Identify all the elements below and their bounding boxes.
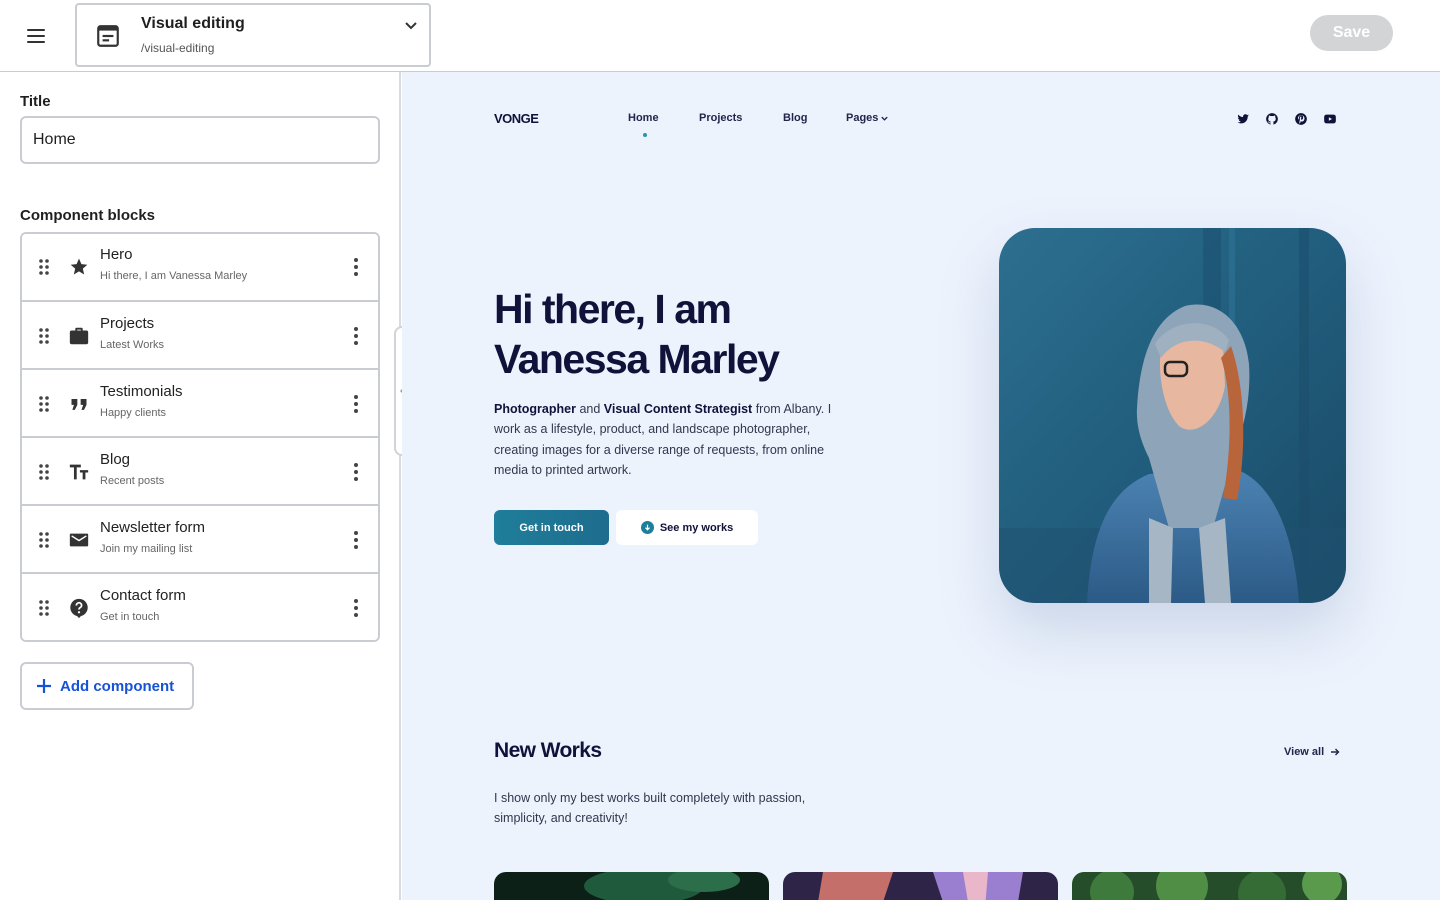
work-card-image[interactable] xyxy=(783,872,1058,900)
page-title: Visual editing xyxy=(141,15,245,32)
more-options-icon[interactable] xyxy=(352,394,360,414)
get-in-touch-button[interactable]: Get in touch xyxy=(494,510,609,545)
block-subtitle: Join my mailing list xyxy=(100,543,193,555)
nav-projects[interactable]: Projects xyxy=(699,112,742,124)
drag-handle-icon[interactable] xyxy=(38,599,50,617)
view-all-label: View all xyxy=(1284,746,1325,758)
briefcase-icon xyxy=(68,325,90,347)
site-preview: VONGE Home Projects Blog Pages Hi there,… xyxy=(402,72,1440,900)
arrow-right-icon xyxy=(1331,748,1340,756)
drag-handle-icon[interactable] xyxy=(38,327,50,345)
editor-panel: Title Component blocks Hero Hi there, I … xyxy=(0,72,401,900)
drag-handle-icon[interactable] xyxy=(38,531,50,549)
hero-description: Photographer and Visual Content Strategi… xyxy=(494,399,834,480)
hero-desc-role-1: Photographer xyxy=(494,402,576,416)
view-all-link[interactable]: View all xyxy=(1284,746,1340,758)
more-options-icon[interactable] xyxy=(352,530,360,550)
twitter-icon[interactable] xyxy=(1236,112,1250,126)
quote-icon xyxy=(68,393,90,415)
site-logo[interactable]: VONGE xyxy=(494,111,539,126)
top-bar: Visual editing /visual-editing Save xyxy=(0,0,1440,72)
active-nav-indicator xyxy=(643,133,647,137)
envelope-icon xyxy=(68,529,90,551)
component-block-contact[interactable]: Contact form Get in touch xyxy=(22,572,378,640)
drag-handle-icon[interactable] xyxy=(38,463,50,481)
drag-handle-icon[interactable] xyxy=(38,395,50,413)
title-input[interactable] xyxy=(20,116,380,164)
block-name: Contact form xyxy=(100,587,186,604)
star-icon xyxy=(68,256,90,278)
page-path: /visual-editing xyxy=(141,41,215,55)
github-icon[interactable] xyxy=(1265,112,1279,126)
plus-icon xyxy=(37,679,51,693)
block-name: Testimonials xyxy=(100,383,183,400)
hero-title-line-2: Vanessa Marley xyxy=(494,336,780,382)
chevron-down-icon xyxy=(881,116,889,121)
more-options-icon[interactable] xyxy=(352,598,360,618)
nav-pages[interactable]: Pages xyxy=(846,112,889,124)
component-block-newsletter[interactable]: Newsletter form Join my mailing list xyxy=(22,504,378,572)
page-selector[interactable]: Visual editing /visual-editing xyxy=(75,3,431,67)
new-works-description: I show only my best works built complete… xyxy=(494,791,806,826)
arrow-down-circle-icon xyxy=(640,521,654,534)
block-name: Hero xyxy=(100,246,133,263)
block-subtitle: Get in touch xyxy=(100,611,160,623)
work-card-image[interactable] xyxy=(494,872,769,900)
title-label: Title xyxy=(20,93,51,110)
pinterest-icon[interactable] xyxy=(1294,112,1308,126)
text-format-icon xyxy=(68,461,90,483)
more-options-icon[interactable] xyxy=(352,326,360,346)
block-subtitle: Happy clients xyxy=(100,407,167,419)
more-options-icon[interactable] xyxy=(352,257,360,277)
component-block-hero[interactable]: Hero Hi there, I am Vanessa Marley xyxy=(22,234,378,300)
save-button[interactable]: Save xyxy=(1310,15,1393,51)
more-options-icon[interactable] xyxy=(352,462,360,482)
component-blocks-label: Component blocks xyxy=(20,207,156,224)
work-card-image[interactable] xyxy=(1072,872,1347,900)
hamburger-menu-icon[interactable] xyxy=(16,16,56,56)
component-block-projects[interactable]: Projects Latest Works xyxy=(22,300,378,368)
block-subtitle: Latest Works xyxy=(100,339,164,351)
hero-portrait-image xyxy=(999,228,1346,603)
block-name: Blog xyxy=(100,451,131,468)
nav-home[interactable]: Home xyxy=(628,112,659,124)
component-block-testimonials[interactable]: Testimonials Happy clients xyxy=(22,368,378,436)
block-subtitle: Recent posts xyxy=(100,475,165,487)
hero-title: Hi there, I am Vanessa Marley xyxy=(494,284,780,384)
drag-handle-icon[interactable] xyxy=(38,258,50,276)
see-my-works-button[interactable]: See my works xyxy=(616,510,758,545)
see-my-works-label: See my works xyxy=(659,521,734,534)
block-subtitle: Hi there, I am Vanessa Marley xyxy=(100,270,248,282)
component-block-list: Hero Hi there, I am Vanessa Marley Proje… xyxy=(20,232,380,642)
component-block-blog[interactable]: Blog Recent posts xyxy=(22,436,378,504)
hero-title-line-1: Hi there, I am xyxy=(494,286,732,332)
page-layout-icon xyxy=(97,25,119,47)
block-name: Projects xyxy=(100,315,155,332)
help-question-icon xyxy=(68,597,90,619)
hero-desc-and: and xyxy=(579,402,601,416)
block-name: Newsletter form xyxy=(100,519,206,536)
add-component-button[interactable]: Add component xyxy=(20,662,194,710)
hero-desc-role-2: Visual Content Strategist xyxy=(603,402,753,416)
chevron-down-icon xyxy=(405,22,417,30)
add-component-label: Add component xyxy=(60,677,175,695)
nav-pages-label: Pages xyxy=(846,112,879,124)
new-works-title: New Works xyxy=(494,739,602,762)
youtube-icon[interactable] xyxy=(1323,112,1337,126)
nav-blog[interactable]: Blog xyxy=(783,112,807,124)
